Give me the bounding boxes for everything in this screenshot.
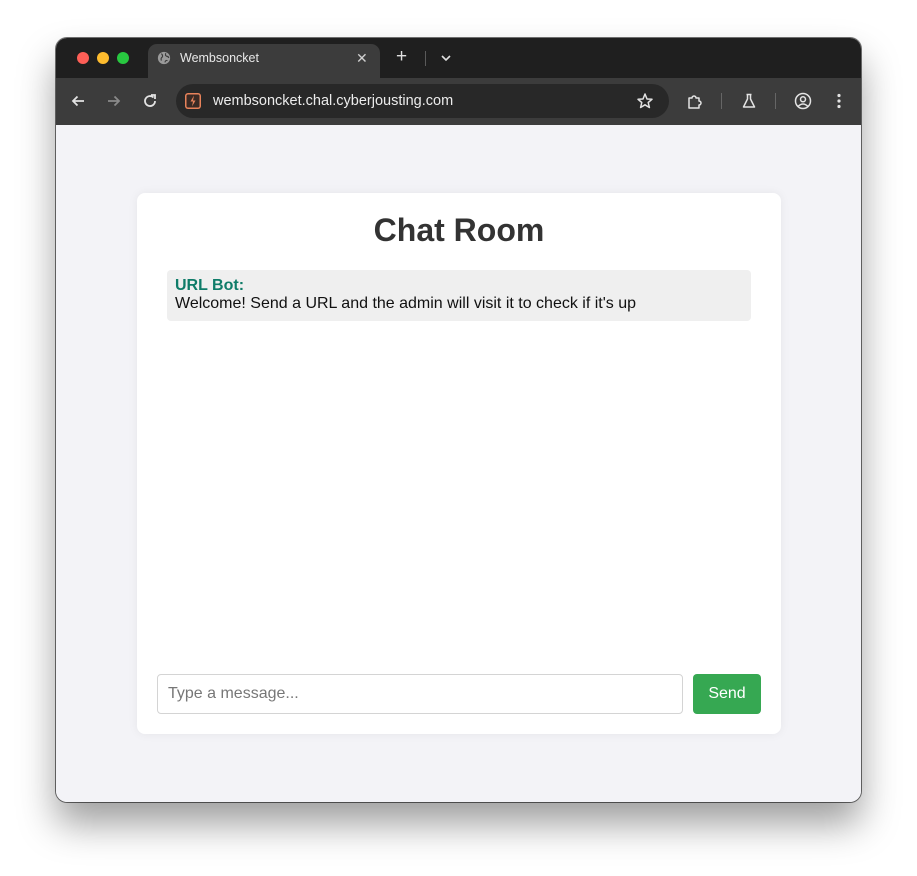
toolbar: wembsoncket.chal.cyberjousting.com (56, 78, 861, 125)
toolbar-separator (721, 93, 722, 109)
tab-separator (425, 51, 426, 66)
message-text: Welcome! Send a URL and the admin will v… (175, 295, 637, 312)
chat-container: Chat Room URL Bot: Welcome! Send a URL a… (137, 193, 781, 734)
url-text[interactable]: wembsoncket.chal.cyberjousting.com (213, 93, 453, 109)
toolbar-separator (775, 93, 776, 109)
send-button[interactable]: Send (693, 674, 761, 714)
browser-tab[interactable]: Wembsoncket ✕ (148, 44, 380, 78)
bookmark-star-icon[interactable] (636, 92, 654, 110)
tab-title: Wembsoncket (180, 51, 259, 65)
maximize-window-button[interactable] (117, 52, 129, 64)
globe-icon (157, 51, 171, 65)
more-menu-icon[interactable] (830, 92, 848, 110)
close-window-button[interactable] (77, 52, 89, 64)
minimize-window-button[interactable] (97, 52, 109, 64)
tab-close-icon[interactable]: ✕ (356, 51, 368, 65)
page-title: Chat Room (373, 212, 545, 248)
back-arrow-icon[interactable] (69, 92, 87, 110)
browser-window: Wembsoncket ✕ + wembsoncket.chal.cyberjo… (56, 38, 861, 802)
reload-icon[interactable] (141, 92, 159, 110)
chevron-down-icon[interactable] (439, 52, 453, 64)
page-content: Chat Room URL Bot: Welcome! Send a URL a… (56, 125, 861, 802)
message-input[interactable] (157, 674, 683, 714)
new-tab-button[interactable]: + (396, 47, 407, 67)
labs-flask-icon[interactable] (740, 92, 758, 110)
title-bar: Wembsoncket ✕ + (56, 38, 861, 78)
address-bar[interactable]: wembsoncket.chal.cyberjousting.com (176, 84, 669, 118)
profile-account-icon[interactable] (794, 92, 812, 110)
chat-message: URL Bot: Welcome! Send a URL and the adm… (167, 270, 751, 321)
lightning-icon[interactable] (185, 93, 201, 109)
forward-arrow-icon[interactable] (105, 92, 123, 110)
extensions-puzzle-icon[interactable] (686, 92, 704, 110)
message-sender: URL Bot: (175, 277, 245, 294)
